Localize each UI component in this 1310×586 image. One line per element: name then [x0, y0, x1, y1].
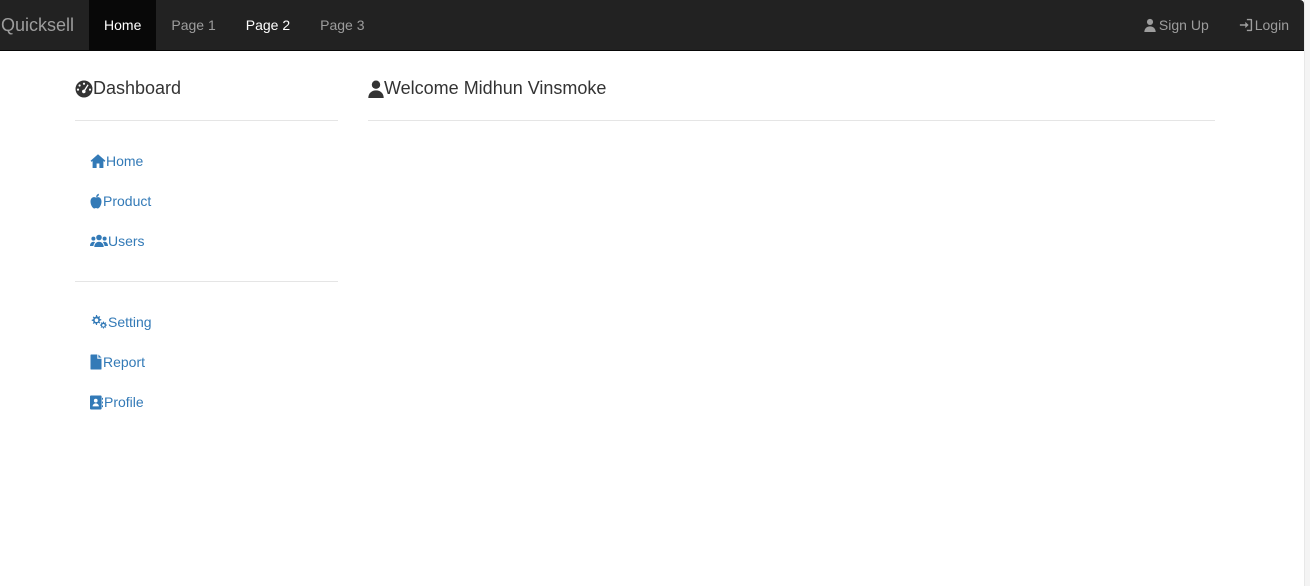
login-label: Login [1254, 17, 1289, 33]
apple-icon [90, 193, 103, 209]
sidebar-item-label: Report [103, 354, 146, 370]
sidebar-item-product[interactable]: Product [75, 181, 338, 221]
signup-link[interactable]: Sign Up [1128, 0, 1224, 50]
signup-label: Sign Up [1158, 17, 1209, 33]
brand-link[interactable]: Quicksell [0, 0, 89, 50]
nav-page-1[interactable]: Page 1 [156, 0, 230, 50]
nav-page-3[interactable]: Page 3 [305, 0, 379, 50]
page-title: Welcome Midhun Vinsmoke [368, 51, 1215, 121]
sidebar-group-main: Home Product Users [75, 121, 338, 282]
nav-page-2[interactable]: Page 2 [231, 0, 305, 50]
sidebar-item-label: Home [106, 153, 144, 169]
welcome-text: Welcome Midhun Vinsmoke [384, 78, 607, 98]
sidebar-item-profile[interactable]: Profile [75, 382, 338, 422]
sidebar-item-label: Users [108, 233, 145, 249]
sidebar-item-label: Profile [104, 394, 144, 410]
sidebar-title: Dashboard [75, 51, 338, 121]
sidebar-item-label: Product [103, 193, 152, 209]
sidebar-title-text: Dashboard [93, 78, 182, 98]
sign-in-icon [1239, 18, 1253, 32]
sidebar-item-users[interactable]: Users [75, 221, 338, 261]
sidebar-item-label: Setting [108, 314, 152, 330]
user-icon [368, 80, 384, 98]
tachometer-icon [75, 80, 93, 98]
cogs-icon [90, 314, 108, 330]
main-content: Welcome Midhun Vinsmoke [368, 51, 1215, 121]
sidebar-item-home[interactable]: Home [75, 141, 338, 181]
sidebar-group-secondary: Setting Report Profile [75, 282, 338, 442]
users-icon [90, 233, 108, 249]
navbar-right: Sign Up Login [1128, 0, 1304, 50]
home-icon [90, 153, 106, 169]
login-link[interactable]: Login [1224, 0, 1304, 50]
sidebar-item-report[interactable]: Report [75, 342, 338, 382]
window-edge [1304, 0, 1310, 586]
sidebar: Dashboard Home Product Users Setting Rep… [75, 51, 338, 442]
address-card-icon [90, 394, 104, 410]
nav-home[interactable]: Home [89, 0, 157, 50]
top-navbar: Quicksell Home Page 1 Page 2 Page 3 Sign… [0, 0, 1304, 51]
sidebar-item-setting[interactable]: Setting [75, 302, 338, 342]
file-icon [90, 354, 103, 370]
user-icon [1143, 18, 1157, 32]
